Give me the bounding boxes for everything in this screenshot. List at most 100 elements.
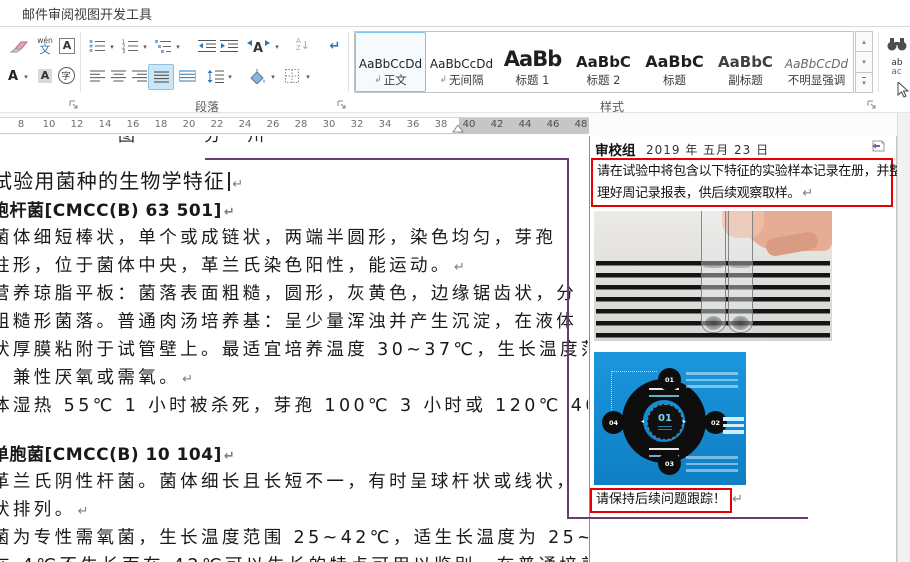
comment-text-line[interactable]: 请在试验中将包含以下特征的实验样本记录在册，并整 [597, 161, 887, 183]
horizontal-ruler[interactable]: 8101214161820222426283032343638404244464… [0, 117, 589, 134]
ruler-number: 28 [293, 119, 309, 130]
paragraph-mark-icon: ↲ [374, 75, 382, 85]
ribbon-tab[interactable]: 邮件 [22, 8, 48, 23]
increase-indent-button[interactable] [218, 36, 240, 56]
styles-scroll-up-button[interactable]: ▴ [855, 31, 873, 52]
text-placeholder [686, 372, 738, 392]
line-spacing-dropdown[interactable]: ▾ [226, 73, 234, 81]
bullets-icon [89, 39, 106, 53]
find-button[interactable] [886, 34, 908, 54]
select-button[interactable] [892, 80, 910, 100]
numbering-dropdown[interactable]: ▾ [141, 43, 149, 51]
replace-button[interactable]: ab ac [886, 58, 908, 78]
shading-dropdown[interactable]: ▾ [269, 73, 277, 81]
style-item[interactable]: AaBbCcDd ↲ 不明显强调 [781, 32, 852, 92]
ruler-number: 14 [97, 119, 113, 130]
font-color-dropdown[interactable]: ▾ [22, 73, 30, 81]
character-shading-button[interactable]: A [34, 66, 56, 86]
ruler-number: 32 [349, 119, 365, 130]
ribbon: wén 文 A A ▾ A 字 ▾ 123 ▾ ▾ [0, 28, 910, 113]
styles-dialog-launcher[interactable] [866, 99, 877, 110]
enclose-characters-button[interactable]: 字 [55, 65, 77, 85]
styles-scroll-down-button[interactable]: ▾ [855, 52, 873, 72]
multilevel-list-dropdown[interactable]: ▾ [174, 43, 182, 51]
style-item[interactable]: AaBbC ↲ 标题 [639, 32, 710, 92]
numbering-button[interactable]: 123 [119, 36, 141, 56]
indent-marker[interactable] [452, 125, 464, 133]
style-label: ↲ 无间隔 [439, 72, 483, 88]
style-label: ↲ 标题 1 [516, 72, 550, 88]
multilevel-list-button[interactable] [152, 36, 174, 56]
document-line[interactable]: 状厚膜粘附于试管壁上。最适宜培养温度 30~37℃，生长温度范↵ [0, 336, 588, 364]
document-line[interactable]: 试验用菌种的生物学特征↵ [0, 164, 588, 198]
document-line[interactable]: 柱形，位于菌体中央，革兰氏染色阳性，能运动。↵ [0, 252, 588, 280]
style-preview: AaBbC [576, 53, 631, 71]
ribbon-tab[interactable]: 开发工具 [100, 8, 152, 23]
line-spacing-button[interactable] [204, 66, 226, 86]
document-page[interactable]: 图 分州 试验用菌种的生物学特征↵ 孢杆菌[CMCC(B) 63 501]↵ 菌… [0, 136, 588, 562]
document-line[interactable]: 孢杆菌[CMCC(B) 63 501]↵ [0, 198, 588, 224]
comment-text-line[interactable]: 请保持后续问题跟踪！ [596, 492, 726, 507]
borders-button[interactable] [281, 66, 303, 86]
comment-author: 审校组 [595, 139, 636, 159]
document-line[interactable]: 单胞菌[CMCC(B) 10 104]↵ [0, 442, 588, 468]
document-line[interactable]: 菌体细短棒状，单个或成链状，两端半圆形，染色均匀，芽孢↵ [0, 224, 588, 252]
paragraph-dialog-launcher[interactable] [336, 99, 347, 110]
document-line[interactable]: 粗糙形菌落。普通肉汤培养基：呈少量浑浊并产生沉淀，在液体↵ [0, 308, 588, 336]
font-dialog-launcher[interactable] [68, 99, 79, 110]
borders-icon [285, 69, 299, 83]
shading-button[interactable] [246, 66, 268, 86]
document-line[interactable]: ↵ [0, 420, 588, 442]
document-line[interactable]: 在 4℃不生长而在 42℃可以生长的特点可用以鉴别。在普通培养↵ [0, 552, 588, 562]
document-line[interactable]: 革兰氏阴性杆菌。菌体细长且长短不一，有时呈球杆状或线状，↵ [0, 468, 588, 496]
comment-reply-icon[interactable] [870, 140, 885, 153]
style-item[interactable]: AaBbCcDd ↲ 正文 [355, 32, 426, 92]
document-line[interactable]: 状排列。↵ [0, 496, 588, 524]
style-item[interactable]: AaBb ↲ 标题 1 [497, 32, 568, 92]
document-line[interactable]: 菌为专性需氧菌，生长温度范围 25~42℃，适生长温度为 25~30℃，↵ [0, 524, 588, 552]
style-item[interactable]: AaBbCcDd ↲ 无间隔 [426, 32, 497, 92]
align-left-button[interactable] [86, 66, 108, 86]
word-window: 邮件审阅视图开发工具 /* tabs flow inline via repea… [0, 0, 910, 562]
paragraph-mark-icon: ↵ [454, 260, 465, 275]
align-center-button[interactable] [107, 66, 129, 86]
ribbon-tab[interactable]: 视图 [74, 8, 100, 23]
paragraph-mark-icon: ↵ [732, 492, 743, 507]
asian-layout-button[interactable]: A [244, 36, 272, 56]
align-right-button[interactable] [128, 66, 150, 86]
asian-layout-dropdown[interactable]: ▾ [273, 43, 281, 51]
clear-formatting-button[interactable] [8, 36, 30, 56]
paragraph-mark-icon: ↵ [802, 186, 813, 201]
styles-gallery-more-button[interactable]: ▾ [855, 73, 873, 93]
decrease-indent-button[interactable] [196, 36, 218, 56]
test-tubes-photo[interactable] [594, 211, 832, 341]
sort-button[interactable]: AZ ↓ [292, 35, 314, 55]
bullets-dropdown[interactable]: ▾ [108, 43, 116, 51]
menu-bars-icon [723, 417, 744, 437]
document-line[interactable]: 营养琼脂平板：菌落表面粗糙，圆形，灰黄色，边缘锯齿状，分↵ [0, 280, 588, 308]
document-line[interactable]: 体湿热 55℃ 1 小时被杀死，芽孢 100℃ 3 小时或 120℃ 40 分钟… [0, 392, 588, 420]
distributed-button[interactable] [176, 66, 198, 86]
comment-text-line[interactable]: 理好周记录报表，供后续观察取样。↵ [597, 183, 887, 205]
document-line[interactable]: ，兼性厌氧或需氧。↵ [0, 364, 588, 392]
multilevel-list-icon [155, 39, 172, 53]
comment-connector-top [205, 158, 568, 160]
ruler-number: 12 [69, 119, 85, 130]
character-border-button[interactable]: A [56, 36, 78, 56]
show-hide-marks-button[interactable]: ↵ [324, 36, 346, 56]
font-color-icon: A [8, 70, 18, 83]
paragraph-mark-icon: ↵ [182, 372, 193, 387]
text-placeholder [686, 456, 738, 476]
phonetic-guide-button[interactable]: wén 文 [34, 32, 56, 58]
ruler-number: 18 [153, 119, 169, 130]
bullets-button[interactable] [86, 36, 108, 56]
vertical-scrollbar[interactable] [897, 113, 910, 562]
infographic-node: 03 [658, 452, 681, 475]
style-item[interactable]: AaBbC ↲ 副标题 [710, 32, 781, 92]
style-item[interactable]: AaBbC ↲ 标题 2 [568, 32, 639, 92]
ribbon-tab[interactable]: 审阅 [48, 8, 74, 23]
infographic-image[interactable]: 01 01020304 ◂ ▸ [594, 352, 746, 485]
justify-button[interactable] [148, 64, 174, 90]
font-color-button[interactable]: A [2, 66, 24, 86]
borders-dropdown[interactable]: ▾ [304, 73, 312, 81]
